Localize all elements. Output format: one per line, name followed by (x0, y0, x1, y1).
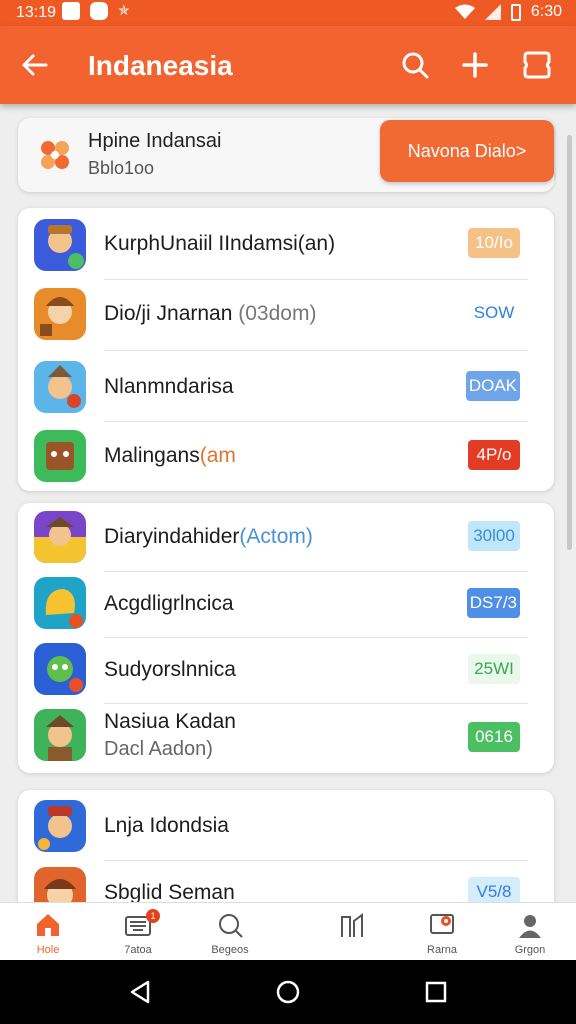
logo-icon (41, 141, 69, 169)
list-item[interactable]: Malingans(am 4P/o (18, 422, 554, 492)
list-item[interactable]: Diaryindahider(Actom) 30l00 (18, 503, 554, 571)
app-name: Acgdligrlncica (104, 592, 234, 615)
chart-icon (341, 913, 363, 937)
screen-icon (430, 914, 454, 934)
signal-icon (484, 4, 501, 20)
nav-label: Grgon (514, 944, 546, 956)
nav-item-6[interactable]: Grgon (482, 903, 576, 961)
app-name: Nlanmndarisa (104, 375, 234, 398)
promo-subtitle: Bblo1oo (88, 158, 155, 178)
app-badge: SOW (468, 298, 520, 328)
app-icon (34, 511, 86, 563)
promo-card: Hpine Indansai Bblo1oo Navona Dialo> (18, 118, 554, 192)
notification-badge: 1 (146, 909, 160, 923)
nav-label: Rarna (427, 944, 457, 956)
list-item[interactable]: Sudyorslnnica 25WI (18, 638, 554, 704)
app-icon (34, 577, 86, 629)
app-icon (34, 709, 86, 761)
app-badge: 25WI (468, 654, 520, 684)
app-badge: DOAK (465, 371, 520, 401)
link-icon: ✯ (118, 2, 130, 18)
app-name-extra: (Actom) (239, 525, 313, 548)
app-name-extra: (am (199, 444, 236, 467)
promo-button[interactable]: Navona Dialo> (380, 120, 554, 182)
list-item[interactable]: Lnja Idondsia (18, 790, 554, 860)
system-navigation-bar (0, 960, 576, 1024)
back-arrow-icon[interactable] (18, 48, 52, 82)
app-badge: DS7/3 (466, 588, 520, 618)
user-icon (519, 915, 541, 938)
app-icon (34, 219, 86, 271)
back-icon[interactable] (126, 978, 154, 1006)
promo-title: Hpine Indansai (88, 130, 222, 152)
app-name: KurphUnaiil IIndamsi(an) (104, 232, 336, 255)
nav-label: 7atoa (124, 944, 152, 956)
app-badge: 10/Io (468, 228, 520, 258)
list-item[interactable]: Nlanmndarisa DOAK (18, 351, 554, 421)
page-title: Indaneasia (88, 50, 233, 81)
app-name: Dio/ji Jnarnan (104, 302, 233, 325)
app-icon (34, 430, 86, 482)
app-icon (34, 643, 86, 695)
app-list-group-2: Diaryindahider(Actom) 30l00 Acgdligrlnci… (18, 503, 554, 773)
list-item[interactable]: Acgdligrlncica DS7/3 (18, 572, 554, 638)
app-icon (34, 361, 86, 413)
nav-label: Hole (36, 944, 60, 956)
status-bar: 13:19 ✯ 6:30 (0, 0, 576, 26)
app-name: Malingans (104, 444, 200, 467)
fullscreen-icon[interactable] (520, 48, 554, 82)
battery-icon (510, 3, 521, 21)
home-icon (37, 914, 59, 936)
app-name: Nasiua Kadan (104, 710, 236, 733)
app-badge: 0616 (468, 722, 520, 752)
add-icon[interactable] (458, 48, 492, 82)
app-badge: 4P/o (468, 440, 520, 470)
home-circle-icon[interactable] (274, 978, 302, 1006)
status-time: 13:19 (16, 4, 57, 21)
app-list-group-1: KurphUnaiil IIndamsi(an) 10/Io Dio/ji Jn… (18, 208, 554, 491)
nav-item-4[interactable] (304, 903, 400, 961)
app-name: Sbglid Seman (104, 881, 235, 904)
nav-item-2[interactable]: 1 7atoa (90, 903, 186, 961)
nav-item-3[interactable]: Begeos (182, 903, 278, 961)
scrollbar[interactable] (567, 135, 572, 550)
app-icon (34, 800, 86, 852)
app-badge: 30l00 (468, 521, 520, 551)
app-name: Sudyorslnnica (104, 658, 236, 681)
list-item[interactable]: KurphUnaiil IIndamsi(an) 10/Io (18, 208, 554, 278)
battery-text: 6:30 (530, 3, 562, 20)
list-item[interactable]: Nasiua Kadan Dacl Aadon) 0616 (18, 704, 554, 773)
app-bar: Indaneasia (0, 26, 576, 104)
app-name: Lnja Idondsia (104, 814, 229, 837)
nav-item-home[interactable]: Hole (0, 903, 96, 961)
wifi-icon (454, 4, 475, 19)
search-icon (219, 914, 243, 938)
app-name-extra: (03dom) (232, 302, 317, 325)
nav-label: Begeos (211, 944, 249, 956)
app-name: Diaryindahider (104, 525, 240, 548)
list-item[interactable]: Dio/ji Jnarnan (03dom) SOW (18, 280, 554, 350)
bottom-navigation: Hole 1 7atoa Begeos Rarna Grgon (0, 902, 576, 961)
nav-item-5[interactable]: Rarna (394, 903, 490, 961)
app-notification-icon (90, 2, 108, 20)
recents-icon[interactable] (422, 978, 450, 1006)
app-icon (34, 288, 86, 340)
notification-icon (62, 2, 80, 20)
app-subtitle: Dacl Aadon) (104, 738, 213, 760)
search-icon[interactable] (398, 48, 432, 82)
